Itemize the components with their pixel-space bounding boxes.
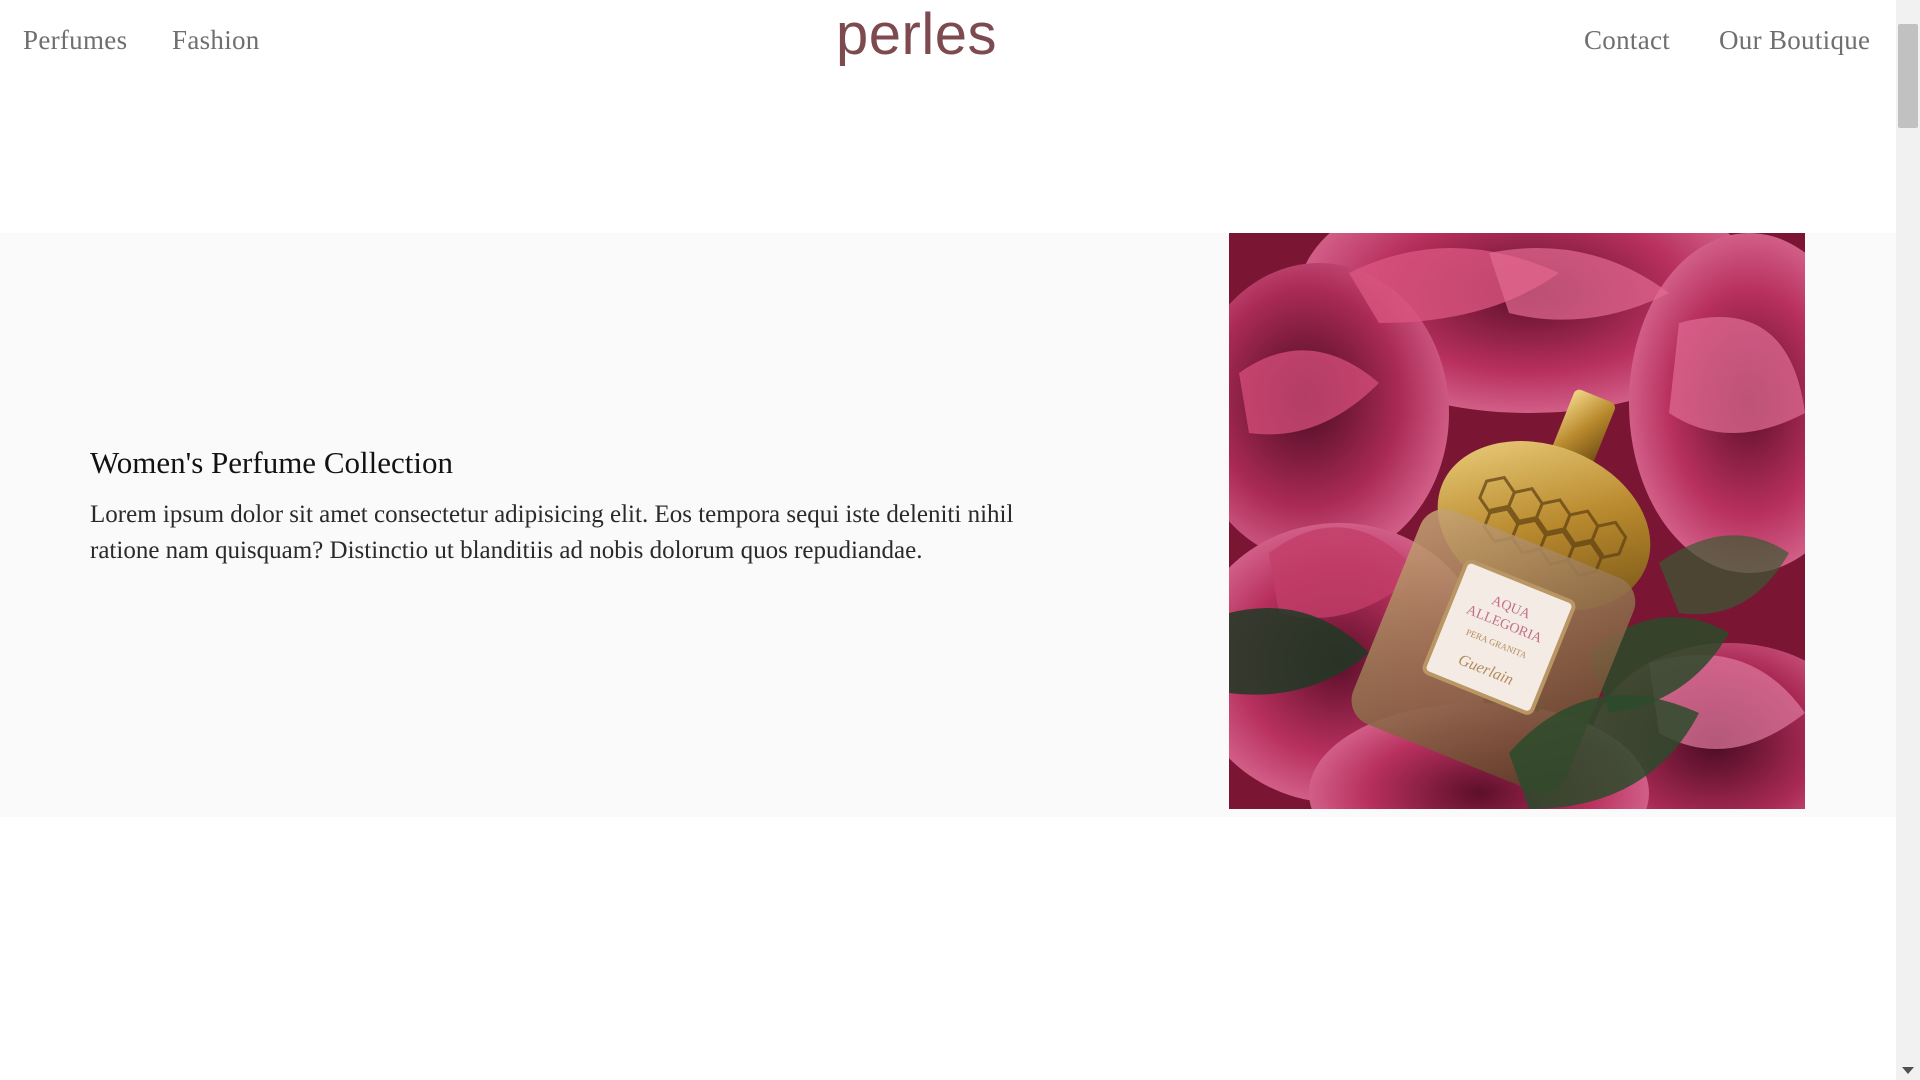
feature-title: Women's Perfume Collection bbox=[90, 445, 453, 480]
scrollbar-thumb[interactable] bbox=[1898, 24, 1918, 128]
scroll-down-arrow-icon[interactable] bbox=[1902, 1067, 1914, 1074]
vertical-scrollbar[interactable] bbox=[1896, 0, 1920, 1080]
nav-link-perfumes[interactable]: Perfumes bbox=[23, 25, 127, 56]
nav-link-fashion[interactable]: Fashion bbox=[172, 25, 260, 56]
feature-description: Lorem ipsum dolor sit amet consectetur a… bbox=[90, 501, 1014, 565]
feature-section: Women's Perfume Collection Lorem ipsum d… bbox=[0, 233, 1896, 817]
perfume-bottle-image: AQUA ALLEGORIA PERA GRANITA Guerlain bbox=[1229, 233, 1805, 809]
perfume-on-peonies-illustration: AQUA ALLEGORIA PERA GRANITA Guerlain bbox=[1229, 233, 1805, 809]
nav-link-our-boutique[interactable]: Our Boutique bbox=[1719, 25, 1870, 56]
page: Perfumes Fashion perles Contact Our Bout… bbox=[0, 0, 1896, 1080]
site-logo[interactable]: perles bbox=[836, 0, 997, 70]
top-navigation: Perfumes Fashion perles Contact Our Bout… bbox=[0, 0, 1896, 90]
nav-link-contact[interactable]: Contact bbox=[1584, 25, 1670, 56]
feature-text-block: Women's Perfume Collection Lorem ipsum d… bbox=[90, 444, 1030, 569]
